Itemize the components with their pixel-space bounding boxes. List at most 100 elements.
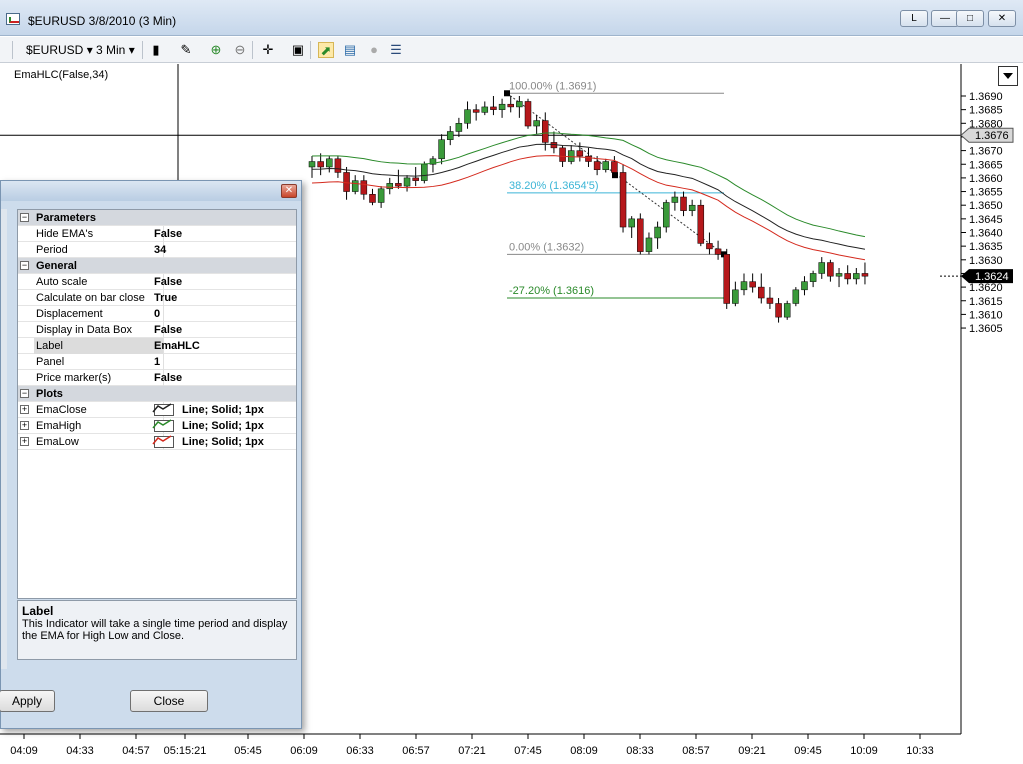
data-box-icon[interactable]: ▣ (290, 42, 306, 58)
category-label: General (36, 260, 77, 272)
time-tick-label: 06:57 (402, 745, 430, 757)
line-style-icon (152, 403, 174, 417)
properties-icon[interactable]: ☰ (388, 42, 404, 58)
time-tick-label: 07:21 (458, 745, 486, 757)
property-name: Label (34, 338, 164, 354)
property-category[interactable]: − General (18, 258, 296, 274)
candle-body (853, 273, 860, 280)
chevron-down-icon: ▾ (128, 43, 135, 57)
property-value[interactable]: Line; Solid; 1px (152, 402, 296, 418)
toolbar-separator (252, 41, 253, 59)
candle-body (412, 177, 419, 181)
zoom-in-icon[interactable]: ⊕ (208, 42, 224, 58)
property-value[interactable]: True (152, 290, 296, 306)
indicators-icon[interactable]: ⬈ (318, 42, 334, 58)
fib-level-label: -27.20% (1.3616) (509, 285, 594, 297)
property-value[interactable]: 0 (152, 306, 296, 322)
fib-anchor-handle (504, 90, 510, 97)
interval-selector[interactable]: 3 Min ▾ (96, 41, 135, 59)
strategies-icon[interactable]: ▤ (342, 42, 358, 58)
crosshair-icon[interactable]: ✛ (260, 42, 276, 58)
expand-icon[interactable]: + (20, 421, 29, 430)
property-value[interactable]: Line; Solid; 1px (152, 434, 296, 450)
time-tick-label: 06:33 (346, 745, 374, 757)
property-value-text: False (154, 372, 183, 384)
candle-body (775, 303, 782, 318)
candle-body (654, 226, 661, 239)
time-tick-label: 08:09 (570, 745, 598, 757)
property-row[interactable]: Label EmaHLC (18, 338, 296, 354)
price-marker-label: 1.3676 (975, 130, 1009, 142)
property-category[interactable]: − Plots (18, 386, 296, 402)
candle-body (628, 218, 635, 228)
property-value-text: 34 (154, 244, 167, 256)
property-value[interactable]: False (152, 322, 296, 338)
candle-body (827, 262, 834, 277)
price-tick-label: 1.3620 (969, 282, 1003, 294)
dialog-close-icon[interactable]: ✕ (281, 184, 297, 198)
expand-icon[interactable]: + (20, 437, 29, 446)
candle-body (308, 161, 316, 168)
disc-icon[interactable]: ● (366, 42, 382, 58)
candle-body (369, 194, 376, 203)
maximize-button[interactable]: □ (956, 10, 984, 27)
time-tick-label: 06:09 (290, 745, 318, 757)
close-button[interactable]: ✕ (988, 10, 1016, 27)
property-value[interactable]: EmaHLC (152, 338, 296, 354)
fib-level-label: 100.00% (1.3691) (509, 80, 596, 92)
instrument-selector[interactable]: $EURUSD ▾ (26, 41, 93, 59)
property-row[interactable]: + EmaClose Line; Solid; 1px (18, 402, 296, 418)
property-row[interactable]: + EmaHigh Line; Solid; 1px (18, 418, 296, 434)
candle-body (360, 180, 368, 195)
candle-body (697, 204, 705, 244)
time-tick-label: 04:09 (10, 745, 38, 757)
property-row[interactable]: Hide EMA's False (18, 226, 296, 242)
candle-body (326, 158, 333, 168)
property-description: Label This Indicator will take a single … (17, 600, 297, 660)
close-dialog-button[interactable]: Close (130, 690, 208, 712)
property-grid[interactable]: − Parameters Hide EMA's False Period 34− Gener… (17, 209, 297, 599)
apply-button[interactable]: Apply (0, 690, 55, 712)
collapse-icon[interactable]: − (20, 213, 29, 222)
price-tick-label: 1.3660 (969, 173, 1003, 185)
drawing-tool-icon[interactable]: ✎ (178, 42, 194, 58)
price-tick-label: 1.3690 (969, 91, 1003, 103)
property-row[interactable]: Auto scale False (18, 274, 296, 290)
property-value[interactable]: 34 (152, 242, 296, 258)
zoom-out-icon[interactable]: ⊖ (232, 42, 248, 58)
line-style-icon (152, 435, 174, 449)
property-row[interactable]: Displacement 0 (18, 306, 296, 322)
property-value[interactable]: Line; Solid; 1px (152, 418, 296, 434)
bar-style-icon[interactable]: ▮ (148, 42, 164, 58)
category-label: Parameters (36, 212, 96, 224)
candle-body (671, 196, 679, 203)
last-price-label: 1.3624 (975, 271, 1009, 283)
property-row[interactable]: Calculate on bar close True (18, 290, 296, 306)
property-row[interactable]: Price marker(s) False (18, 370, 296, 386)
chart-menu-button[interactable] (998, 66, 1018, 86)
collapse-icon[interactable]: − (20, 389, 29, 398)
window-titlebar: $EURUSD 3/8/2010 (3 Min) L — □ ✕ (0, 0, 1023, 36)
candle-body (593, 161, 601, 170)
candle-body (585, 155, 592, 162)
collapse-icon[interactable]: − (20, 261, 29, 270)
layout-button[interactable]: L (900, 10, 928, 27)
candle-body (455, 123, 463, 132)
property-row[interactable]: + EmaLow Line; Solid; 1px (18, 434, 296, 450)
property-value[interactable]: False (152, 370, 296, 386)
property-value[interactable]: False (152, 226, 296, 242)
candle-body (317, 161, 324, 168)
interval-label: 3 Min (96, 43, 126, 57)
price-tick-label: 1.3610 (969, 309, 1003, 321)
property-row[interactable]: Panel 1 (18, 354, 296, 370)
property-category[interactable]: − Parameters (18, 210, 296, 226)
property-value[interactable]: False (152, 274, 296, 290)
property-name: Display in Data Box (34, 322, 164, 338)
property-row[interactable]: Period 34 (18, 242, 296, 258)
property-row[interactable]: Display in Data Box False (18, 322, 296, 338)
candle-body (637, 218, 644, 252)
property-value[interactable]: 1 (152, 354, 296, 370)
minimize-button[interactable]: — (931, 10, 959, 27)
property-name: Auto scale (34, 274, 164, 290)
expand-icon[interactable]: + (20, 405, 29, 414)
